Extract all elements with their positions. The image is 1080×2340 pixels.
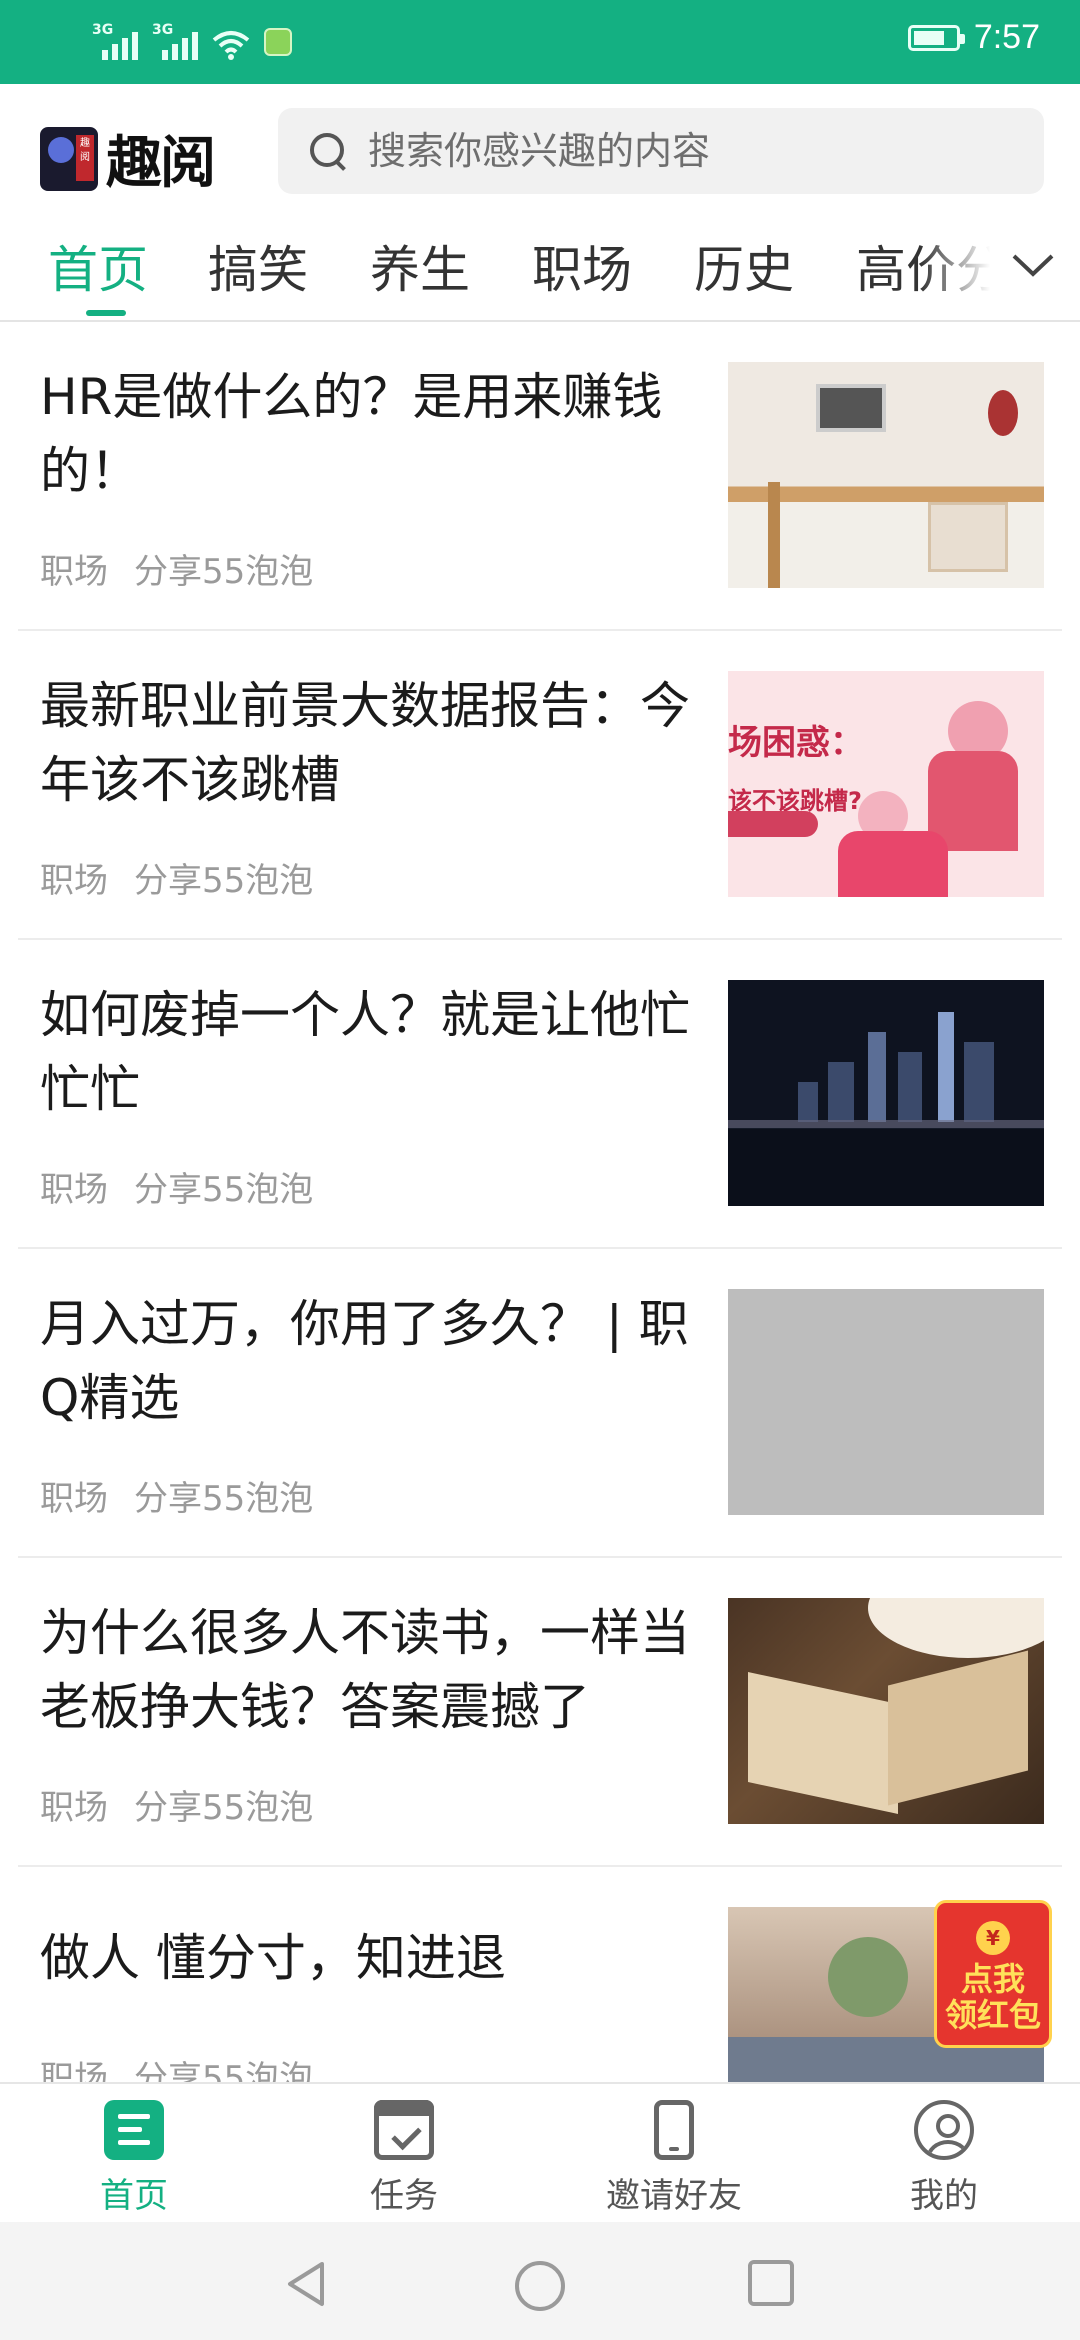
article-thumbnail: 场困惑： 该不该跳槽? (728, 671, 1044, 897)
app-header: 趣阅 趣阅 (0, 84, 1080, 204)
article-meta: 职场 分享55泡泡 (40, 2051, 313, 2082)
coin-icon: ¥ (976, 1921, 1010, 1955)
article-title: 做人 懂分寸，知进退 (40, 1929, 506, 1987)
nav-invite[interactable]: 邀请好友 (574, 2100, 774, 2217)
article-feed: HR是做什么的？是用来赚钱的！ 职场 分享55泡泡 最新职业前景大数据报告：今年该… (0, 322, 1080, 2082)
article-title: HR是做什么的？是用来赚钱的！ (40, 368, 663, 500)
red-packet-button[interactable]: ¥ 点我 领红包 (934, 1900, 1052, 2048)
article-title: 月入过万，你用了多久？ | 职Q精选 (40, 1295, 689, 1427)
article-meta: 职场 分享55泡泡 (40, 1471, 313, 1520)
bottom-nav: 首页 任务 邀请好友 我的 (0, 2082, 1080, 2222)
search-input[interactable] (368, 129, 988, 173)
thumbnail-caption: 场困惑： (728, 723, 864, 763)
article-share: 分享55泡泡 (134, 2059, 314, 2082)
category-tabs: 首页 搞笑 养生 职场 历史 高价分 (0, 216, 1080, 322)
article-title: 为什么很多人不读书，一样当老板挣大钱？答案震撼了 (40, 1604, 690, 1736)
article-meta: 职场 分享55泡泡 (40, 1162, 313, 1211)
network-type-label: 3G (152, 22, 174, 38)
tab-funny[interactable]: 搞笑 (208, 230, 308, 302)
article-share: 分享55泡泡 (134, 1170, 314, 1210)
chevron-down-icon (1012, 254, 1054, 277)
back-icon[interactable] (280, 2258, 332, 2310)
article-thumbnail (728, 980, 1044, 1206)
nav-tasks[interactable]: 任务 (304, 2100, 504, 2217)
logo-badge: 趣阅 (40, 126, 98, 191)
phone-icon (654, 2100, 694, 2160)
article-item[interactable]: 为什么很多人不读书，一样当老板挣大钱？答案震撼了 职场 分享55泡泡 (18, 1558, 1062, 1867)
red-packet-label: 点我 (960, 1960, 1025, 1998)
article-item[interactable]: 做人 懂分寸，知进退 职场 分享55泡泡 (18, 1867, 1062, 2082)
tabs-more-button[interactable] (990, 216, 1080, 320)
logo-seal: 趣阅 (76, 134, 94, 181)
article-category: 职场 (40, 1788, 108, 1828)
search-bar[interactable] (278, 108, 1044, 194)
article-thumbnail-placeholder (728, 1289, 1044, 1515)
article-share: 分享55泡泡 (134, 1479, 314, 1519)
nav-label: 邀请好友 (606, 2176, 742, 2216)
article-title: 如何废掉一个人？就是让他忙忙忙 (40, 986, 690, 1118)
signal-icon: 3G (152, 20, 198, 60)
tab-home[interactable]: 首页 (48, 230, 148, 302)
article-share: 分享55泡泡 (134, 552, 314, 592)
status-bar: 3G 3G 7:57 (0, 0, 1080, 84)
article-category: 职场 (40, 1170, 108, 1210)
article-meta: 职场 分享55泡泡 (40, 544, 313, 593)
clock: 7:57 (973, 18, 1040, 56)
nav-label: 首页 (100, 2176, 168, 2216)
battery-icon (907, 24, 965, 51)
tab-health[interactable]: 养生 (370, 230, 470, 302)
article-title: 最新职业前景大数据报告：今年该不该跳槽 (40, 677, 690, 809)
home-circle-icon[interactable] (512, 2258, 568, 2314)
article-meta: 职场 分享55泡泡 (40, 853, 313, 902)
search-icon (308, 131, 348, 171)
recents-icon[interactable] (746, 2258, 796, 2308)
tab-history[interactable]: 历史 (694, 230, 794, 302)
article-item[interactable]: HR是做什么的？是用来赚钱的！ 职场 分享55泡泡 (18, 322, 1062, 631)
article-category: 职场 (40, 2059, 108, 2082)
notification-app-icon (264, 28, 292, 56)
nav-label: 我的 (910, 2176, 978, 2216)
signal-icon: 3G (92, 20, 138, 60)
nav-profile[interactable]: 我的 (844, 2100, 1044, 2217)
red-packet-label: 领红包 (944, 1996, 1041, 2034)
tab-career[interactable]: 职场 (532, 230, 632, 302)
logo-text: 趣阅 (106, 131, 216, 196)
home-list-icon (104, 2100, 164, 2160)
article-thumbnail (728, 362, 1044, 588)
article-item[interactable]: 月入过万，你用了多久？ | 职Q精选 职场 分享55泡泡 (18, 1249, 1062, 1558)
article-category: 职场 (40, 552, 108, 592)
app-logo: 趣阅 趣阅 (40, 118, 216, 199)
article-share: 分享55泡泡 (134, 1788, 314, 1828)
user-icon (914, 2100, 974, 2160)
nav-home[interactable]: 首页 (34, 2100, 234, 2217)
wifi-icon (212, 30, 250, 60)
network-type-label: 3G (92, 22, 114, 38)
article-meta: 职场 分享55泡泡 (40, 1780, 313, 1829)
nav-label: 任务 (370, 2176, 438, 2216)
system-navigation-bar (0, 2222, 1080, 2340)
calendar-check-icon (374, 2100, 434, 2160)
tab-fade (920, 216, 990, 320)
article-item[interactable]: 最新职业前景大数据报告：今年该不该跳槽 职场 分享55泡泡 场困惑： 该不该跳槽? (18, 631, 1062, 940)
article-category: 职场 (40, 1479, 108, 1519)
article-category: 职场 (40, 861, 108, 901)
article-share: 分享55泡泡 (134, 861, 314, 901)
article-item[interactable]: 如何废掉一个人？就是让他忙忙忙 职场 分享55泡泡 (18, 940, 1062, 1249)
article-thumbnail (728, 1598, 1044, 1824)
active-tab-indicator (86, 310, 126, 316)
